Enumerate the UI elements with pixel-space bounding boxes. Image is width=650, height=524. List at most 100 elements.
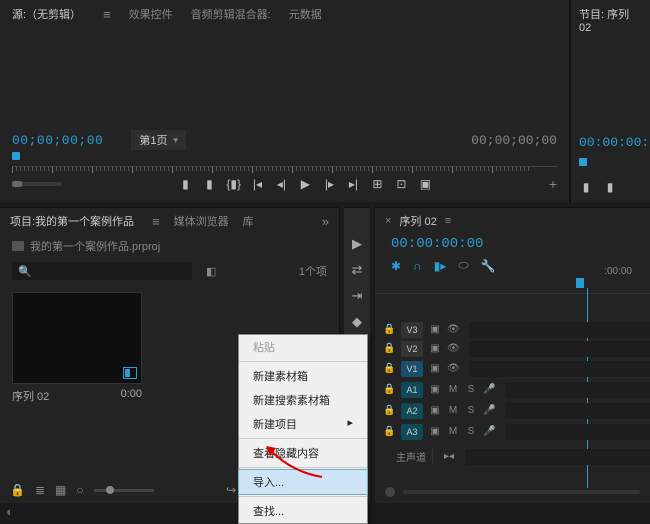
tab-project[interactable]: 项目:我的第一个案例作品 [10, 213, 134, 229]
program-playhead[interactable] [579, 158, 587, 166]
track-select-tool-icon[interactable]: ⇄ [352, 262, 363, 278]
go-in-icon[interactable]: |◂ [250, 177, 264, 191]
program-timecode[interactable]: 00:00:00:00 [579, 135, 650, 150]
thumb-zoom-slider[interactable] [94, 489, 154, 492]
overwrite-icon[interactable]: ⊡ [394, 177, 408, 191]
button-editor-icon[interactable]: + [549, 176, 557, 192]
play-icon[interactable]: ▶ [298, 177, 312, 191]
panel-menu-icon[interactable]: ≡ [103, 7, 111, 22]
overflow-icon[interactable]: » [322, 214, 329, 229]
track-eye-icon[interactable]: 👁 [447, 324, 459, 335]
panel-menu-icon[interactable]: ≡ [152, 214, 160, 229]
search-input[interactable]: 🔍 [12, 262, 192, 280]
export-frame-icon[interactable]: ▣ [418, 177, 432, 191]
track-name-a2[interactable]: A2 [401, 403, 423, 419]
timeline-playhead[interactable] [576, 278, 584, 288]
track-lock-icon[interactable]: 🔒 [383, 426, 395, 437]
filter-icon[interactable]: ◧ [206, 265, 216, 278]
track-output-icon[interactable]: ▣ [429, 405, 441, 416]
icon-view-icon[interactable]: ▦ [55, 483, 66, 497]
track-mic-icon[interactable]: 🎤 [483, 405, 495, 416]
clip-name[interactable]: 序列 02 [12, 388, 49, 404]
track-output-icon[interactable]: ▣ [429, 384, 441, 395]
track-name-a3[interactable]: A3 [401, 424, 423, 440]
track-body[interactable] [469, 322, 650, 338]
timeline-zoom-slider[interactable] [403, 490, 640, 494]
mark-in-icon[interactable]: ▮ [178, 177, 192, 191]
sequence-thumbnail[interactable] [12, 292, 142, 384]
track-name-v3[interactable]: V3 [401, 322, 423, 338]
insert-icon[interactable]: ⊞ [370, 177, 384, 191]
track-lock-icon[interactable]: 🔒 [383, 363, 395, 374]
mark-out-icon[interactable]: ▮ [202, 177, 216, 191]
track-mute-label[interactable]: M [447, 426, 459, 437]
track-body[interactable] [505, 382, 650, 398]
freeform-view-icon[interactable]: ○ [76, 483, 83, 497]
menu-show-hidden[interactable]: 查看隐藏内容 [239, 441, 367, 465]
track-body[interactable] [469, 341, 650, 357]
menu-new-bin[interactable]: 新建素材箱 [239, 364, 367, 388]
track-output-icon[interactable]: ▣ [429, 363, 441, 374]
snap-icon[interactable]: ∩ [413, 259, 422, 273]
timeline-ruler[interactable] [375, 280, 650, 294]
prog-mark-out-icon[interactable]: ▮ [603, 180, 617, 194]
track-body[interactable] [505, 403, 650, 419]
source-playhead[interactable] [12, 152, 20, 160]
timeline-timecode[interactable]: 00:00:00:00 [375, 234, 650, 254]
tab-audio-mixer[interactable]: 音频剪辑混合器: [191, 6, 271, 22]
menu-import[interactable]: 导入... [238, 469, 368, 495]
source-ruler[interactable] [12, 154, 557, 172]
selection-tool-icon[interactable]: ▶ [352, 236, 362, 252]
nest-icon[interactable]: ✱ [391, 259, 401, 273]
track-output-icon[interactable]: ▣ [429, 343, 441, 354]
track-lock-icon[interactable]: 🔒 [383, 384, 395, 395]
tab-metadata[interactable]: 元数据 [289, 6, 322, 22]
track-name-v2[interactable]: V2 [401, 341, 423, 357]
track-body[interactable] [469, 361, 650, 377]
track-solo-label[interactable]: S [465, 426, 477, 437]
zoom-out-handle[interactable] [385, 487, 395, 497]
panel-menu-icon[interactable]: ≡ [445, 215, 451, 227]
automate-icon[interactable]: ↪ [226, 483, 236, 497]
marker-add-icon[interactable]: ⬭ [458, 258, 468, 273]
source-timecode-in[interactable]: 00;00;00;00 [12, 133, 103, 148]
mark-clip-icon[interactable]: {▮} [226, 177, 240, 191]
track-output-icon[interactable]: ▣ [429, 324, 441, 335]
timeline-tab[interactable]: 序列 02 [399, 213, 436, 229]
program-ruler[interactable] [579, 158, 650, 172]
track-mute-label[interactable]: M [447, 384, 459, 395]
track-name-a1[interactable]: A1 [401, 382, 423, 398]
track-body[interactable] [505, 424, 650, 440]
track-mute-label[interactable]: M [447, 405, 459, 416]
tab-media-browser[interactable]: 媒体浏览器 [174, 213, 229, 229]
list-view-icon[interactable]: ≣ [35, 483, 45, 497]
menu-find[interactable]: 查找... [239, 499, 367, 523]
menu-new-search-bin[interactable]: 新建搜索素材箱 [239, 388, 367, 412]
linked-selection-icon[interactable]: ▮▸ [434, 259, 447, 273]
tab-program[interactable]: 节目: 序列 02 [571, 0, 650, 40]
track-output-icon[interactable]: ▣ [429, 426, 441, 437]
razor-tool-icon[interactable]: ◆ [352, 314, 362, 330]
track-lock-icon[interactable]: 🔒 [383, 405, 395, 416]
track-eye-icon[interactable]: 👁 [447, 343, 459, 354]
track-lock-icon[interactable]: 🔒 [383, 343, 395, 354]
track-eye-icon[interactable]: 👁 [447, 363, 459, 374]
tab-libraries[interactable]: 库 [243, 213, 254, 229]
go-out-icon[interactable]: ▸| [346, 177, 360, 191]
track-solo-label[interactable]: S [465, 405, 477, 416]
step-back-icon[interactable]: ◂| [274, 177, 288, 191]
prog-mark-in-icon[interactable]: ▮ [579, 180, 593, 194]
lock-icon[interactable]: 🔒 [10, 483, 25, 497]
track-solo-label[interactable]: S [465, 384, 477, 395]
settings-icon[interactable]: 🔧 [481, 259, 496, 273]
tab-effect-controls[interactable]: 效果控件 [129, 6, 173, 22]
ripple-tool-icon[interactable]: ⇥ [352, 288, 363, 304]
page-selector[interactable]: 第1页 ▾ [131, 130, 186, 150]
tab-source[interactable]: 源:（无剪辑） [12, 6, 81, 22]
track-name-v1[interactable]: V1 [401, 361, 423, 377]
menu-new-item[interactable]: 新建项目 ▸ [239, 412, 367, 436]
step-fwd-icon[interactable]: |▸ [322, 177, 336, 191]
close-tab-icon[interactable]: × [385, 215, 391, 227]
track-lock-icon[interactable]: 🔒 [383, 324, 395, 335]
track-body[interactable] [465, 449, 650, 465]
